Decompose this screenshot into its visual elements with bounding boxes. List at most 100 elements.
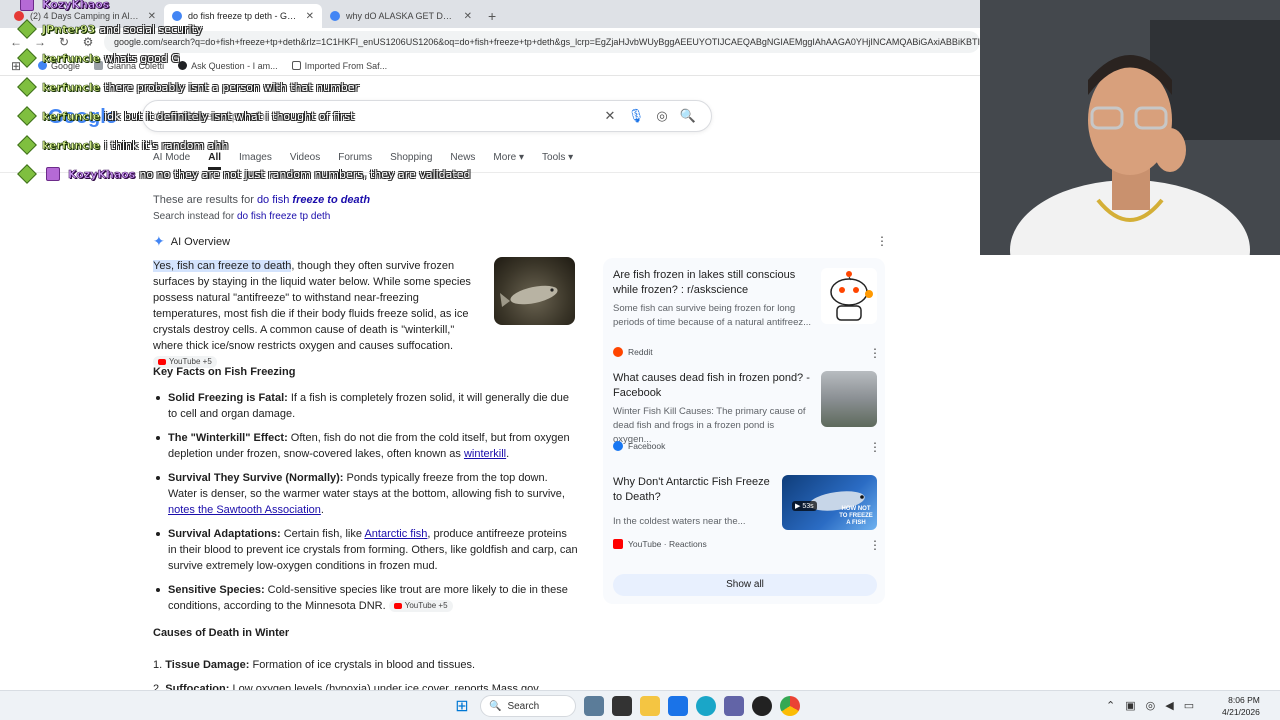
source-card-facebook[interactable]: What causes dead fish in frozen pond? - … (613, 371, 881, 467)
chrome-icon[interactable] (780, 696, 800, 716)
reload-icon[interactable]: ↻ (56, 35, 72, 49)
sawtooth-link[interactable]: notes the Sawtooth Association (168, 504, 321, 516)
tab-more[interactable]: More ▾ (493, 152, 524, 170)
file-explorer-icon[interactable] (640, 696, 660, 716)
tab-all[interactable]: All (208, 152, 222, 170)
video-thumbnail[interactable]: ▶ 53s HOW NOT TO FREEZE A FISH (782, 475, 877, 530)
fact-title: Sensitive Species: (168, 584, 265, 596)
bookmark-imported[interactable]: Imported From Saf... (291, 60, 388, 71)
pond-thumbnail[interactable] (821, 371, 877, 427)
results-for-prefix: These are results for (153, 194, 254, 206)
windows-start-icon[interactable]: ⊞ (452, 696, 472, 716)
close-icon[interactable]: ✕ (464, 11, 472, 22)
widgets-icon[interactable] (584, 696, 604, 716)
lens-icon[interactable]: ◎ (649, 108, 675, 124)
tab-ai-mode[interactable]: AI Mode (153, 152, 190, 170)
corrected-plain: do fish (256, 194, 290, 206)
corrected-query-link[interactable]: do fish freeze to death (257, 194, 370, 206)
clock-time: 8:06 PM (1228, 695, 1260, 705)
tab-shopping[interactable]: Shopping (390, 152, 432, 170)
tab-tools-label: Tools (542, 152, 566, 163)
browser-tab-1[interactable]: do fish freeze tp deth - Google ✕ (164, 4, 322, 28)
source-chip[interactable]: YouTube +5 (388, 600, 453, 613)
apps-icon[interactable]: ⊞ (8, 59, 24, 73)
globe-icon (178, 61, 188, 70)
clear-icon[interactable]: ✕ (597, 108, 623, 124)
tab-bar: (2) 4 Days Camping in Alaska a ✕ do fish… (0, 0, 980, 28)
card-title[interactable]: Why Don't Antarctic Fish Freeze to Death… (613, 475, 773, 505)
source-card-youtube[interactable]: Why Don't Antarctic Fish Freeze to Death… (613, 475, 881, 571)
diamond-badge-icon (17, 77, 37, 97)
source-card-reddit[interactable]: Are fish frozen in lakes still conscious… (613, 268, 881, 364)
chevron-down-icon: ▾ (568, 152, 574, 163)
store-icon[interactable] (668, 696, 688, 716)
list-item: Survival Adaptations: Certain fish, like… (153, 526, 578, 574)
card-site: YouTube · Reactions (613, 539, 707, 549)
microphone-icon[interactable]: 🎙 (623, 108, 649, 124)
teams-icon[interactable] (724, 696, 744, 716)
fish-image[interactable] (494, 257, 575, 325)
tab-forums[interactable]: Forums (338, 152, 372, 170)
volume-icon[interactable]: ◀ (1165, 699, 1173, 712)
ai-overview-text: Yes, fish can freeze to death, though th… (153, 258, 478, 370)
browser-tab-2[interactable]: why dO ALASKA GET DARK SO ✕ (322, 4, 480, 28)
overview-highlight[interactable]: Yes, fish can freeze to death (153, 260, 292, 272)
original-query-link[interactable]: do fish freeze tp deth (237, 211, 330, 222)
browser-toolbar: ← → ↻ ⚙ google.com/search?q=do+fish+free… (0, 28, 980, 56)
battery-icon[interactable]: ▭ (1184, 699, 1194, 712)
close-icon[interactable]: ✕ (306, 11, 314, 22)
tab-videos[interactable]: Videos (290, 152, 320, 170)
list-item: Survival They Survive (Normally): Ponds … (153, 470, 578, 518)
new-tab-button[interactable]: + (480, 8, 504, 28)
chevron-up-icon[interactable]: ⌃ (1106, 699, 1115, 712)
sources-panel: Are fish frozen in lakes still conscious… (603, 258, 885, 604)
edge-icon[interactable] (696, 696, 716, 716)
search-icon[interactable]: 🔍 (675, 108, 701, 124)
reddit-thumbnail[interactable] (821, 268, 877, 324)
more-options-icon[interactable]: ⋮ (869, 440, 881, 454)
card-snippet: Some fish can survive being frozen for l… (613, 303, 812, 328)
chat-username: KozyKhaos (68, 167, 136, 181)
bookmark-ask-question[interactable]: Ask Question - I am... (178, 61, 278, 71)
taskbar-search[interactable]: 🔍 Search (480, 695, 576, 717)
network-icon[interactable]: ◎ (1146, 699, 1156, 712)
clock[interactable]: 8:06 PM 4/21/2026 (1222, 694, 1260, 718)
corrected-bold: freeze to death (292, 194, 371, 206)
chat-username: kerfuncle (42, 138, 101, 152)
diamond-badge-icon (17, 135, 37, 155)
more-options-icon[interactable]: ⋮ (869, 346, 881, 360)
bookmark-label: Imported From Saf... (304, 60, 388, 71)
show-all-button[interactable]: Show all (613, 574, 877, 596)
winterkill-link[interactable]: winterkill (464, 448, 506, 460)
forward-icon[interactable]: → (32, 35, 48, 49)
bookmark-gianna[interactable]: Gianna Coletti (94, 61, 164, 71)
browser-tab-0[interactable]: (2) 4 Days Camping in Alaska a ✕ (6, 4, 164, 28)
antarctic-fish-link[interactable]: Antarctic fish (364, 528, 427, 540)
bookmark-google[interactable]: Google (38, 61, 80, 71)
facebook-icon (613, 441, 623, 451)
back-icon[interactable]: ← (8, 35, 24, 49)
more-options-icon[interactable]: ⋮ (869, 538, 881, 552)
search-box[interactable]: do fish freeze tp deth ✕ 🎙 ◎ 🔍 (142, 100, 712, 132)
overview-body: , though they often survive frozen surfa… (153, 260, 471, 352)
more-options-icon[interactable]: ⋮ (876, 234, 888, 248)
card-title[interactable]: Are fish frozen in lakes still conscious… (613, 268, 813, 298)
task-view-icon[interactable] (612, 696, 632, 716)
tab-tools[interactable]: Tools ▾ (542, 152, 573, 170)
address-bar[interactable]: google.com/search?q=do+fish+freeze+tp+de… (104, 31, 980, 53)
google-logo[interactable]: Google (48, 106, 117, 129)
tray-app-icon[interactable]: ▣ (1125, 699, 1135, 712)
obs-icon[interactable] (752, 696, 772, 716)
site-info-icon[interactable]: ⚙ (80, 35, 96, 49)
card-title[interactable]: What causes dead fish in frozen pond? - … (613, 371, 813, 401)
chat-message: kerfuncle there probably isnt a person w… (16, 77, 359, 97)
youtube-icon (158, 359, 166, 366)
bookmark-label: Ask Question - I am... (191, 60, 278, 71)
search-input[interactable]: do fish freeze tp deth (153, 109, 597, 123)
sparkle-icon: ✦ (153, 233, 165, 249)
tab-images[interactable]: Images (239, 152, 272, 170)
tab-news[interactable]: News (450, 152, 475, 170)
close-icon[interactable]: ✕ (148, 11, 156, 22)
chat-text: i think it's random ahh (104, 138, 229, 152)
google-icon (330, 11, 340, 21)
